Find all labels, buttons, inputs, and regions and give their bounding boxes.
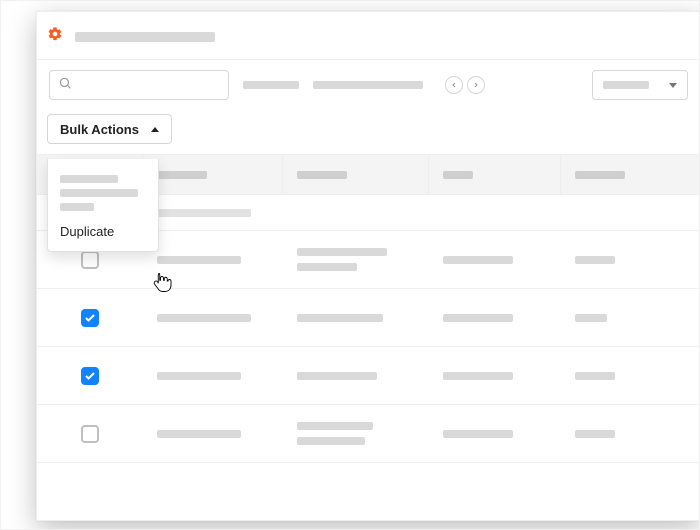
search-input[interactable] xyxy=(49,70,229,100)
pager-prev-button[interactable] xyxy=(445,76,463,94)
breadcrumb-segment xyxy=(243,81,299,89)
menu-item-duplicate[interactable]: Duplicate xyxy=(48,217,158,247)
menu-item[interactable] xyxy=(60,175,118,183)
pager-next-button[interactable] xyxy=(467,76,485,94)
table-row xyxy=(37,347,700,405)
bulk-actions-menu: Duplicate xyxy=(47,159,159,252)
row-checkbox[interactable] xyxy=(81,251,99,269)
row-checkbox[interactable] xyxy=(81,425,99,443)
row-checkbox[interactable] xyxy=(81,309,99,327)
table-row xyxy=(37,289,700,347)
bulk-actions-button[interactable]: Bulk Actions xyxy=(47,114,172,144)
bulk-actions-label: Bulk Actions xyxy=(60,122,139,137)
chevron-up-icon xyxy=(151,127,159,132)
menu-item[interactable] xyxy=(60,203,94,211)
search-icon xyxy=(58,76,72,95)
chevron-down-icon xyxy=(669,83,677,88)
breadcrumb-segment xyxy=(313,81,423,89)
gear-icon[interactable] xyxy=(47,26,63,47)
toolbar xyxy=(37,60,700,110)
cursor-pointer-icon xyxy=(153,267,177,295)
view-select[interactable] xyxy=(592,70,688,100)
table-row xyxy=(37,405,700,463)
menu-item[interactable] xyxy=(60,189,138,197)
row-checkbox[interactable] xyxy=(81,367,99,385)
page-title xyxy=(75,32,215,42)
pager xyxy=(445,76,485,94)
title-bar xyxy=(37,12,700,59)
view-select-label xyxy=(603,81,649,89)
